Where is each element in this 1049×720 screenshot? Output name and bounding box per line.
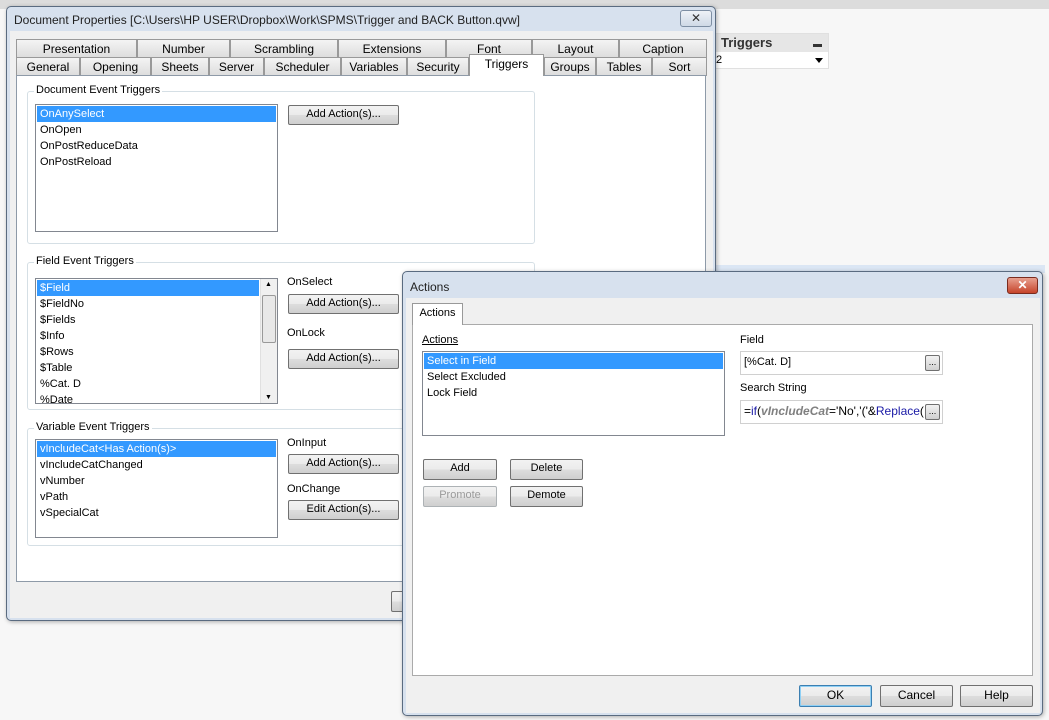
actions-list[interactable]: Select in Field Select Excluded Lock Field	[422, 351, 725, 436]
on-input-label: OnInput	[287, 437, 327, 449]
on-select-label: OnSelect	[287, 276, 333, 288]
help-button[interactable]: Help	[960, 685, 1033, 707]
ok-button[interactable]: OK	[799, 685, 872, 707]
list-item[interactable]: OnPostReload	[37, 154, 276, 170]
cancel-button[interactable]: Cancel	[880, 685, 953, 707]
list-item[interactable]: vSpecialCat	[37, 505, 276, 521]
oninput-add-actions-button[interactable]: Add Action(s)...	[288, 454, 399, 474]
list-item[interactable]: Lock Field	[424, 385, 723, 401]
add-actions-button[interactable]: Add Action(s)...	[288, 105, 399, 125]
expr-var: vIncludeCat	[761, 404, 830, 418]
tab-triggers[interactable]: Triggers	[469, 54, 544, 76]
field-value: [%Cat. D]	[744, 356, 792, 368]
expr-eq: =	[744, 404, 752, 418]
tab-caption[interactable]: Caption	[619, 39, 707, 58]
triggers-listbox[interactable]: Triggers 2	[715, 33, 829, 69]
field-label: Field	[740, 334, 764, 346]
field-input[interactable]: [%Cat. D] ...	[740, 351, 943, 375]
group-label: Variable Event Triggers	[34, 421, 152, 433]
close-button[interactable]: ✕	[1007, 277, 1038, 294]
search-string-label: Search String	[740, 382, 807, 394]
list-item[interactable]: Select in Field	[424, 353, 723, 369]
document-triggers-list[interactable]: OnAnySelect OnOpen OnPostReduceData OnPostR…	[35, 104, 278, 232]
tab-opening[interactable]: Opening	[80, 57, 151, 76]
onselect-add-actions-button[interactable]: Add Action(s)...	[288, 294, 399, 314]
tab-sheets[interactable]: Sheets	[151, 57, 209, 76]
group-label: Document Event Triggers	[34, 84, 163, 96]
search-string-input[interactable]: =if(vIncludeCat='No','('&Replace( ...	[740, 400, 943, 424]
list-item[interactable]: %Date	[37, 392, 259, 403]
add-button[interactable]: Add	[423, 459, 497, 480]
actions-dialog: Actions ✕ Actions Actions Select in Fiel…	[402, 271, 1043, 716]
list-item[interactable]: vNumber	[37, 473, 276, 489]
delete-button[interactable]: Delete	[510, 459, 583, 480]
variable-triggers-list[interactable]: vIncludeCat<Has Action(s)> vIncludeCatCha…	[35, 439, 278, 538]
tab-actions[interactable]: Actions	[412, 303, 463, 325]
tab-general[interactable]: General	[16, 57, 80, 76]
list-item[interactable]: Select Excluded	[424, 369, 723, 385]
tab-number[interactable]: Number	[137, 39, 230, 58]
tab-scheduler[interactable]: Scheduler	[264, 57, 341, 76]
tab-tables[interactable]: Tables	[596, 57, 652, 76]
group-label: Field Event Triggers	[34, 255, 136, 267]
tab-scrambling[interactable]: Scrambling	[230, 39, 338, 58]
expr-paren2: (	[919, 404, 924, 418]
minimize-icon[interactable]	[813, 44, 822, 47]
on-change-label: OnChange	[287, 483, 341, 495]
list-item[interactable]: $Fields	[37, 312, 259, 328]
list-item[interactable]: $Field	[37, 280, 259, 296]
tab-layout[interactable]: Layout	[532, 39, 619, 58]
list-item[interactable]: $Table	[37, 360, 259, 376]
list-item[interactable]: %Cat. D	[37, 376, 259, 392]
list-item[interactable]: $Info	[37, 328, 259, 344]
list-item[interactable]: vPath	[37, 489, 276, 505]
field-browse-button[interactable]: ...	[925, 355, 940, 371]
list-item[interactable]: $FieldNo	[37, 296, 259, 312]
triggers-value: 2	[716, 54, 723, 66]
field-triggers-list[interactable]: $Field $FieldNo $Fields $Info $Rows $Table %Ca…	[35, 278, 278, 404]
actions-label: Actions	[422, 334, 459, 346]
tab-server[interactable]: Server	[209, 57, 264, 76]
dialog-title: Actions	[410, 280, 450, 294]
tab-presentation[interactable]: Presentation	[16, 39, 137, 58]
triggers-title: Triggers	[716, 34, 828, 52]
dropdown-arrow-icon[interactable]	[815, 58, 823, 63]
list-item[interactable]: OnAnySelect	[37, 106, 276, 122]
expr-fn2: Replace	[875, 404, 920, 418]
actions-panel: Actions Select in Field Select Excluded Lo…	[412, 324, 1033, 676]
expr-rest: ='No','('&	[829, 404, 876, 418]
promote-button[interactable]: Promote	[423, 486, 497, 507]
search-browse-button[interactable]: ...	[925, 404, 940, 420]
tab-sort[interactable]: Sort	[652, 57, 707, 76]
tab-variables[interactable]: Variables	[341, 57, 407, 76]
tab-groups[interactable]: Groups	[544, 57, 596, 76]
tab-extensions[interactable]: Extensions	[338, 39, 446, 58]
list-item[interactable]: $Rows	[37, 344, 259, 360]
list-item[interactable]: vIncludeCatChanged	[37, 457, 276, 473]
scrollbar[interactable]: ▲ ▼	[260, 279, 277, 403]
onchange-edit-actions-button[interactable]: Edit Action(s)...	[288, 500, 399, 520]
close-button[interactable]: ✕	[680, 10, 712, 27]
window-title: Document Properties [C:\Users\HP USER\Dr…	[14, 13, 520, 27]
tab-security[interactable]: Security	[407, 57, 469, 76]
on-lock-label: OnLock	[287, 327, 325, 339]
list-item[interactable]: OnPostReduceData	[37, 138, 276, 154]
demote-button[interactable]: Demote	[510, 486, 583, 507]
list-item[interactable]: vIncludeCat<Has Action(s)>	[37, 441, 276, 457]
list-item[interactable]: OnOpen	[37, 122, 276, 138]
onlock-add-actions-button[interactable]: Add Action(s)...	[288, 349, 399, 369]
